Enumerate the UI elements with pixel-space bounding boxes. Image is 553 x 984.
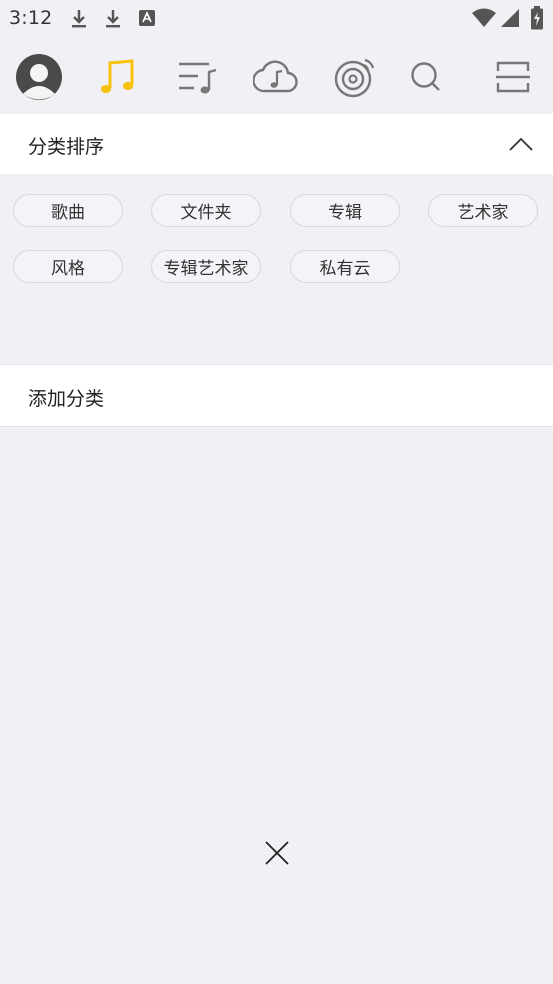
search-icon[interactable] <box>401 52 451 102</box>
music-note-icon[interactable] <box>93 52 143 102</box>
wifi-icon <box>472 8 496 32</box>
chip-private-cloud[interactable]: 私有云 <box>290 250 400 283</box>
chevron-up-icon[interactable] <box>507 132 535 156</box>
scan-icon[interactable] <box>488 52 538 102</box>
chip-songs[interactable]: 歌曲 <box>13 194 123 227</box>
radio-icon[interactable] <box>330 52 380 102</box>
add-category-row[interactable]: 添加分类 <box>0 364 553 427</box>
playlist-icon[interactable] <box>172 52 222 102</box>
avatar[interactable] <box>14 52 64 102</box>
close-icon[interactable] <box>262 838 292 868</box>
chip-genres[interactable]: 风格 <box>13 250 123 283</box>
chip-album-artists[interactable]: 专辑艺术家 <box>151 250 261 283</box>
chip-albums[interactable]: 专辑 <box>290 194 400 227</box>
status-bar: 3:12 <box>0 0 553 36</box>
section-title: 分类排序 <box>28 136 105 158</box>
add-category-label: 添加分类 <box>28 388 105 410</box>
top-nav <box>0 44 553 108</box>
download-icon <box>70 9 88 33</box>
chip-folders[interactable]: 文件夹 <box>151 194 261 227</box>
category-sort-header[interactable]: 分类排序 <box>0 114 553 174</box>
cloud-music-icon[interactable] <box>251 52 301 102</box>
battery-icon <box>530 6 544 34</box>
font-icon <box>139 10 155 30</box>
status-time: 3:12 <box>9 7 53 29</box>
signal-icon <box>500 8 520 32</box>
chip-artists[interactable]: 艺术家 <box>428 194 538 227</box>
download-icon <box>104 9 122 33</box>
